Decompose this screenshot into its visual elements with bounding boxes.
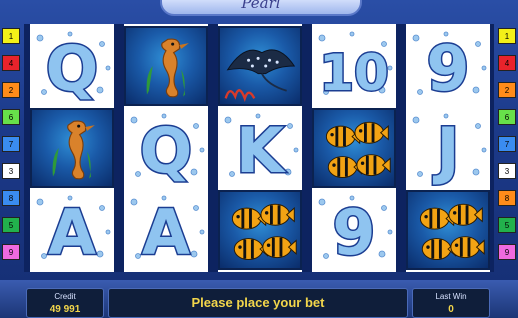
- last-win-value: 0: [448, 304, 454, 315]
- reel-5: 9J: [406, 24, 490, 272]
- payline-marker-right-9: 9: [498, 244, 516, 260]
- payline-marker-left-4: 4: [2, 55, 20, 71]
- symbol-a: A: [30, 190, 114, 270]
- payline-marker-right-6: 6: [498, 109, 516, 125]
- payline-marker-left-8: 8: [2, 190, 20, 206]
- payline-marker-left-9: 9: [2, 244, 20, 260]
- svg-text:A: A: [142, 196, 190, 269]
- payline-marker-right-8: 8: [498, 190, 516, 206]
- svg-text:A: A: [48, 196, 96, 269]
- svg-text:J: J: [432, 114, 459, 187]
- credit-value: 49 991: [49, 304, 81, 315]
- svg-text:Q: Q: [140, 114, 193, 187]
- payline-marker-right-3: 3: [498, 163, 516, 179]
- reel-1: QA: [30, 24, 114, 272]
- credit-label: Credit: [54, 292, 76, 301]
- last-win-panel: Last Win 0: [412, 288, 490, 318]
- game-title-bar: Pearl: [160, 0, 362, 16]
- credit-panel: Credit 49 991: [26, 288, 104, 318]
- status-message: Please place your bet: [191, 295, 325, 310]
- reel-2: QA: [124, 24, 208, 272]
- payline-marker-right-1: 1: [498, 28, 516, 44]
- payline-marker-left-3: 3: [2, 163, 20, 179]
- payline-marker-left-2: 2: [2, 82, 20, 98]
- manta-ray-symbol: [218, 26, 302, 106]
- payline-marker-left-7: 7: [2, 136, 20, 152]
- symbol-j: J: [406, 108, 490, 188]
- symbol-k: K: [218, 108, 302, 188]
- symbol-a: A: [124, 190, 208, 270]
- symbol-9: 9: [406, 26, 490, 106]
- payline-marker-right-5: 5: [498, 217, 516, 233]
- svg-text:K: K: [236, 114, 286, 187]
- payline-marker-right-7: 7: [498, 136, 516, 152]
- payline-marker-left-1: 1: [2, 28, 20, 44]
- svg-text:Q: Q: [46, 32, 99, 105]
- svg-text:10: 10: [319, 44, 389, 102]
- svg-text:9: 9: [332, 196, 375, 269]
- seahorse-symbol: [30, 108, 114, 188]
- reel-4: 10 9: [312, 24, 396, 272]
- payline-marker-right-2: 2: [498, 82, 516, 98]
- symbol-q: Q: [124, 108, 208, 188]
- last-win-label: Last Win: [435, 292, 467, 301]
- svg-text:9: 9: [426, 32, 469, 105]
- payline-marker-left-6: 6: [2, 109, 20, 125]
- fish-symbol: [312, 108, 396, 188]
- payline-marker-right-4: 4: [498, 55, 516, 71]
- symbol-9: 9: [312, 190, 396, 270]
- game-title: Pearl: [241, 0, 281, 12]
- seahorse-symbol: [124, 26, 208, 106]
- reel-3: K: [218, 24, 302, 272]
- message-panel: Please place your bet: [108, 288, 408, 318]
- payline-marker-left-5: 5: [2, 217, 20, 233]
- fish-symbol: [406, 190, 490, 270]
- symbol-q: Q: [30, 26, 114, 106]
- symbol-10: 10: [312, 26, 396, 106]
- fish-symbol: [218, 190, 302, 270]
